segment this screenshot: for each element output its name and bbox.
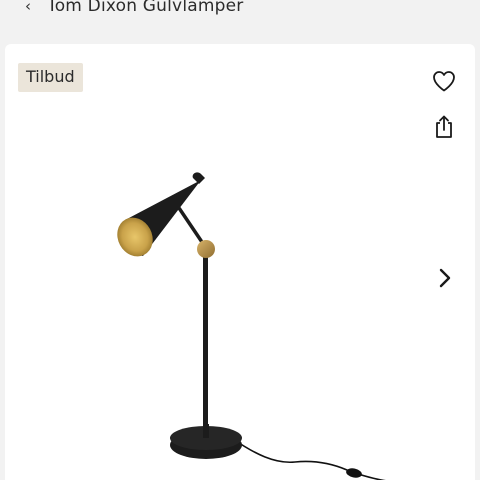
product-page: ‹ Tom Dixon Gulvlamper Tilbud: [0, 0, 480, 480]
favorite-button[interactable]: [431, 68, 457, 94]
share-button[interactable]: [431, 114, 457, 140]
heart-icon: [433, 71, 455, 92]
next-image-button[interactable]: [433, 265, 457, 291]
chevron-left-icon: ‹: [25, 0, 31, 15]
chevron-right-icon: [439, 268, 451, 288]
top-bar: ‹ Tom Dixon Gulvlamper: [0, 0, 480, 30]
page-title: Tom Dixon Gulvlamper: [47, 0, 244, 16]
sale-badge: Tilbud: [18, 63, 83, 92]
product-image-card: Tilbud: [5, 44, 475, 480]
share-icon: [436, 115, 452, 138]
back-button[interactable]: ‹: [18, 0, 38, 18]
floor-lamp-photo: [117, 172, 386, 480]
